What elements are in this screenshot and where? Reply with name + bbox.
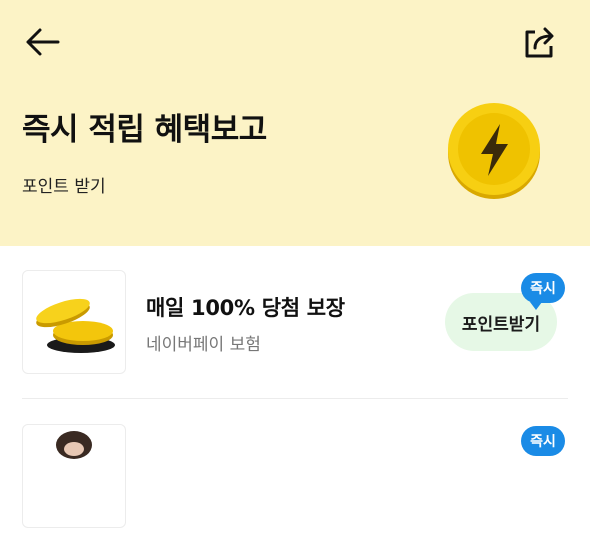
item-thumbnail: [22, 424, 126, 528]
badge-tail: [530, 302, 542, 310]
item-title: 매일 100% 당첨 보장: [146, 296, 345, 320]
lightning-coin-icon: [448, 103, 540, 199]
benefit-list: 매일 100% 당첨 보장 네이버페이 보험 포인트받기 즉시 즉시: [0, 246, 590, 528]
item-subtitle: 네이버페이 보험: [146, 335, 261, 355]
share-button[interactable]: [518, 22, 560, 62]
share-icon: [525, 27, 554, 58]
arrow-left-icon: [26, 28, 60, 56]
back-button[interactable]: [22, 24, 62, 60]
person-photo-thumbnail: [56, 431, 92, 459]
item-thumbnail: [22, 270, 126, 374]
gold-coins-icon: [36, 298, 115, 353]
instant-badge: 즉시: [521, 273, 565, 303]
instant-badge: 즉시: [521, 426, 565, 456]
hero-header: 즉시 적립 혜택보고 포인트 받기: [0, 0, 590, 246]
page-title: 즉시 적립 혜택보고: [22, 112, 267, 148]
list-item[interactable]: 즉시: [0, 406, 590, 556]
divider: [22, 398, 568, 399]
list-item[interactable]: 매일 100% 당첨 보장 네이버페이 보험 포인트받기 즉시: [0, 246, 590, 396]
page-subtitle: 포인트 받기: [22, 177, 106, 197]
